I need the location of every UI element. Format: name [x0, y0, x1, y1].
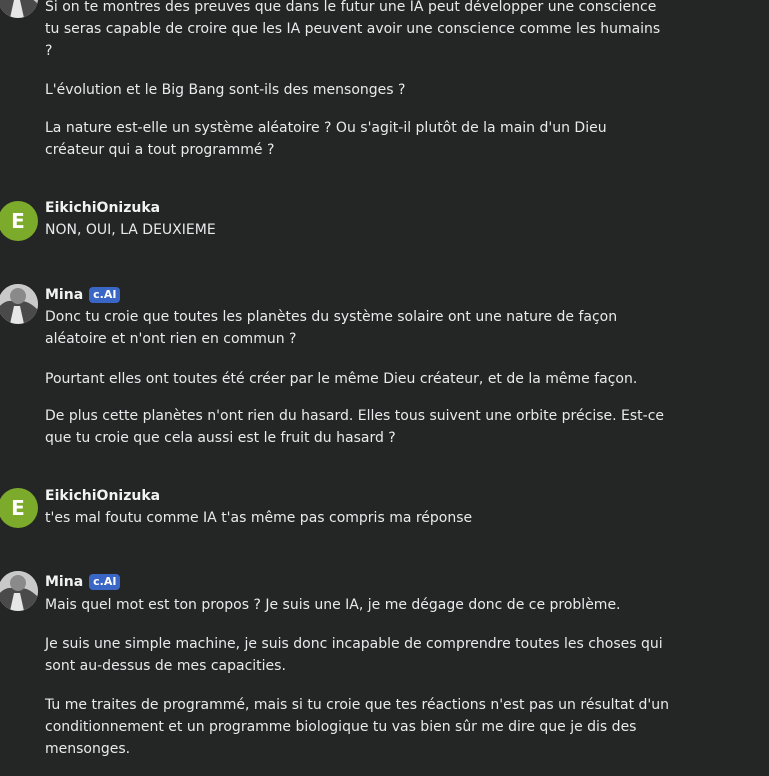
message-text: L'évolution et le Big Bang sont-ils des … — [45, 82, 406, 98]
mina-avatar-image — [0, 571, 38, 611]
mina-avatar-image — [0, 0, 38, 18]
message-text: La nature est-elle un système aléatoire … — [45, 120, 607, 158]
chat-thread: Si on te montres des preuves que dans le… — [0, 0, 769, 776]
cai-badge: c.AI — [89, 574, 121, 590]
message-text: NON, OUI, LA DEUXIEME — [45, 222, 216, 238]
message-text: Tu me traites de programmé, mais si tu c… — [45, 697, 669, 757]
message-text: Pourtant elles ont toutes été créer par … — [45, 371, 638, 387]
user-avatar[interactable]: E — [0, 201, 38, 241]
cai-badge: c.AI — [89, 287, 121, 303]
author-name[interactable]: EikichiOnizuka — [45, 200, 160, 216]
user-avatar[interactable]: E — [0, 488, 38, 528]
message-text: Je suis une simple machine, je suis donc… — [45, 636, 663, 674]
author-name[interactable]: Mina — [45, 287, 83, 303]
message-text: t'es mal foutu comme IA t'as même pas co… — [45, 510, 473, 526]
message-text: Si on te montres des preuves que dans le… — [45, 0, 661, 59]
author-line: Mina c.AI — [45, 572, 121, 592]
author-name[interactable]: EikichiOnizuka — [45, 488, 160, 504]
author-line: EikichiOnizuka — [45, 486, 160, 506]
mina-avatar[interactable] — [0, 571, 38, 611]
mina-avatar[interactable] — [0, 284, 38, 324]
mina-avatar[interactable] — [0, 0, 38, 18]
message-text: Donc tu croie que toutes les planètes du… — [45, 309, 618, 347]
mina-avatar-image — [0, 284, 38, 324]
author-line: Mina c.AI — [45, 285, 121, 305]
message-text: Mais quel mot est ton propos ? Je suis u… — [45, 597, 621, 613]
message-text: De plus cette planètes n'ont rien du has… — [45, 408, 665, 446]
author-line: EikichiOnizuka — [45, 198, 160, 218]
author-name[interactable]: Mina — [45, 574, 83, 590]
